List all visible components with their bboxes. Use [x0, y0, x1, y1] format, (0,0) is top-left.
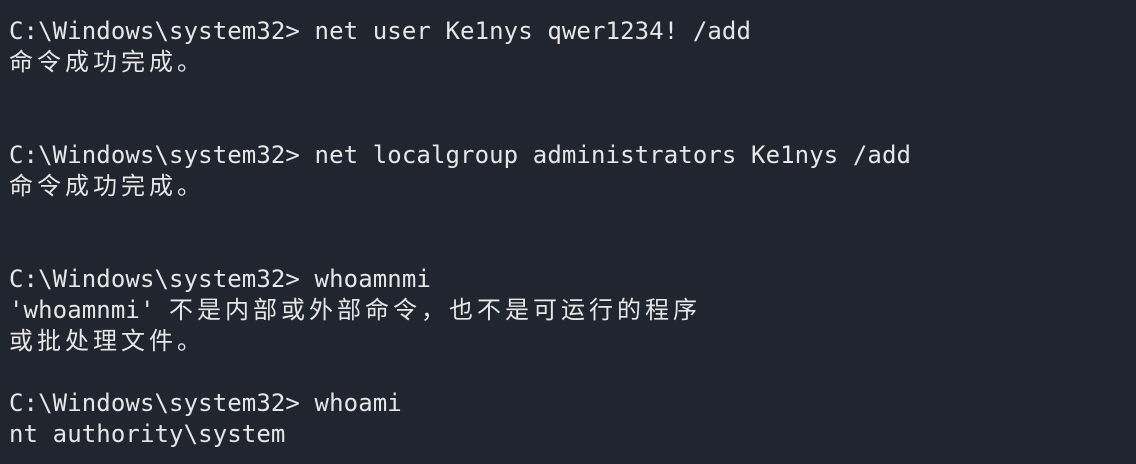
prompt: C:\Windows\system32>: [9, 265, 315, 293]
prompt: C:\Windows\system32>: [9, 141, 315, 169]
command-text: whoamnmi: [314, 265, 431, 293]
command-output: 命令成功完成。: [9, 172, 205, 200]
command-line: C:\Windows\system32> whoamnmi: [9, 264, 1136, 295]
error-message: 不是内部或外部命令，也不是可运行的程序: [169, 296, 702, 324]
prompt: C:\Windows\system32>: [9, 389, 315, 417]
command-text: whoami: [314, 389, 402, 417]
command-output: 或批处理文件。: [9, 327, 205, 355]
command-line: C:\Windows\system32> net user Ke1nys qwe…: [9, 16, 1136, 47]
terminal-window[interactable]: C:\Windows\system32> net user Ke1nys qwe…: [0, 0, 1136, 464]
command-text: net user Ke1nys qwer1234! /add: [314, 17, 752, 45]
error-quoted-command: 'whoamnmi': [9, 296, 170, 324]
command-output: 'whoamnmi' 不是内部或外部命令，也不是可运行的程序: [9, 295, 1136, 326]
command-line: C:\Windows\system32> net localgroup admi…: [9, 140, 1136, 171]
command-output: 命令成功完成。: [9, 48, 205, 76]
prompt: C:\Windows\system32>: [9, 17, 315, 45]
command-output: nt authority\system: [9, 420, 286, 448]
command-line: C:\Windows\system32> whoami: [9, 388, 1136, 419]
command-text: net localgroup administrators Ke1nys /ad…: [314, 141, 912, 169]
